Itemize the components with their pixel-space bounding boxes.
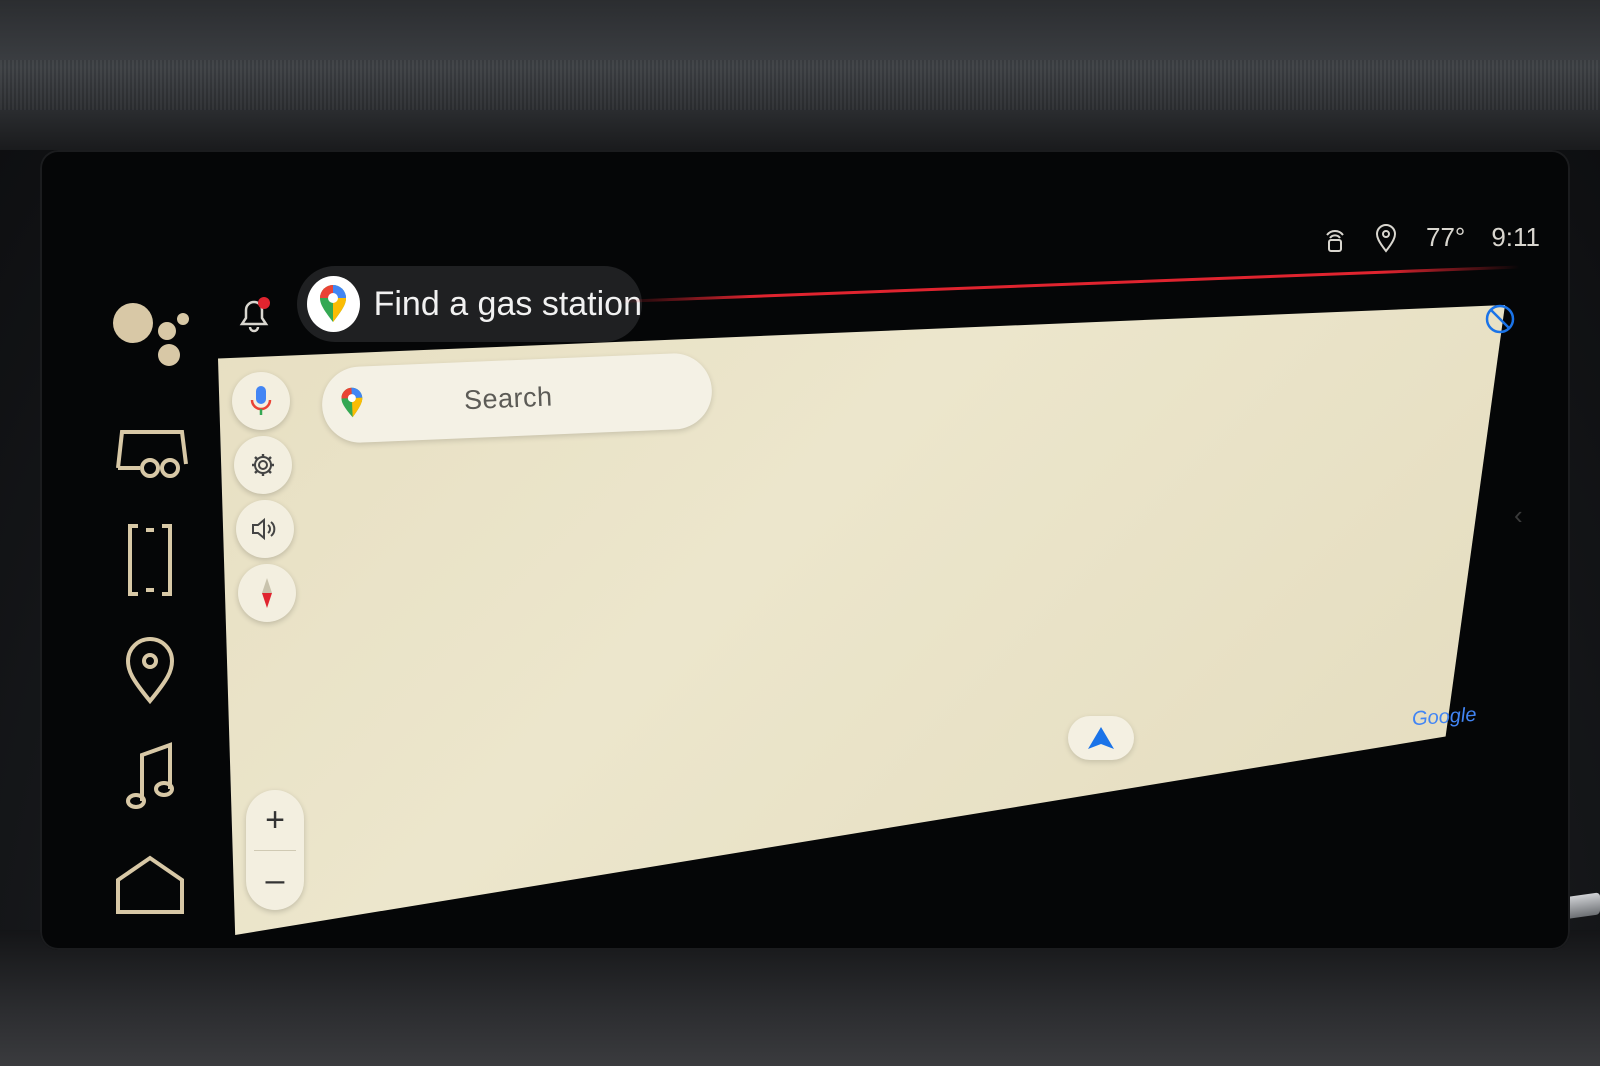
home-icon[interactable] [95,845,205,925]
navigation-arrow-icon [1088,727,1114,749]
app-rail [95,295,205,935]
dashboard-trim-bottom [0,930,1600,1066]
volume-button[interactable] [236,500,294,558]
google-attribution-text: Google [1411,703,1478,731]
microphone-icon [250,386,272,415]
connectivity-icon [1322,223,1348,253]
assistant-suggestion-chip[interactable]: Find a gas station [297,266,642,342]
assistant-icon[interactable] [95,295,205,375]
suggestion-label: Find a gas station [373,284,642,323]
search-placeholder: Search [463,381,554,415]
compass-icon [262,578,272,608]
recenter-button[interactable] [1068,716,1134,760]
notification-bell-icon[interactable] [234,294,274,334]
google-maps-icon [339,386,365,424]
vehicle-icon[interactable] [95,410,205,490]
settings-button[interactable] [234,436,292,494]
chevron-left-icon[interactable]: ‹ [1514,500,1523,531]
settings-gear-icon [252,454,274,476]
clock: 9:11 [1491,222,1540,252]
compass-button[interactable] [238,564,296,622]
phone-icon[interactable] [95,520,205,600]
location-pin-icon [1374,223,1400,253]
no-audio-icon[interactable] [1484,303,1516,335]
status-bar: 77° 9:11 [1322,222,1540,253]
navigation-pin-icon[interactable] [95,630,205,710]
microphone-button[interactable] [232,372,290,430]
dashboard-trim-top [0,0,1600,150]
zoom-out-button[interactable]: – [246,850,304,910]
zoom-control: + – [246,790,304,910]
google-attribution: Google [1411,704,1477,731]
music-icon[interactable] [95,735,205,815]
google-maps-icon [307,276,360,332]
zoom-in-button[interactable]: + [246,790,304,850]
temperature-readout: 77° [1425,222,1466,252]
volume-icon [252,517,276,541]
